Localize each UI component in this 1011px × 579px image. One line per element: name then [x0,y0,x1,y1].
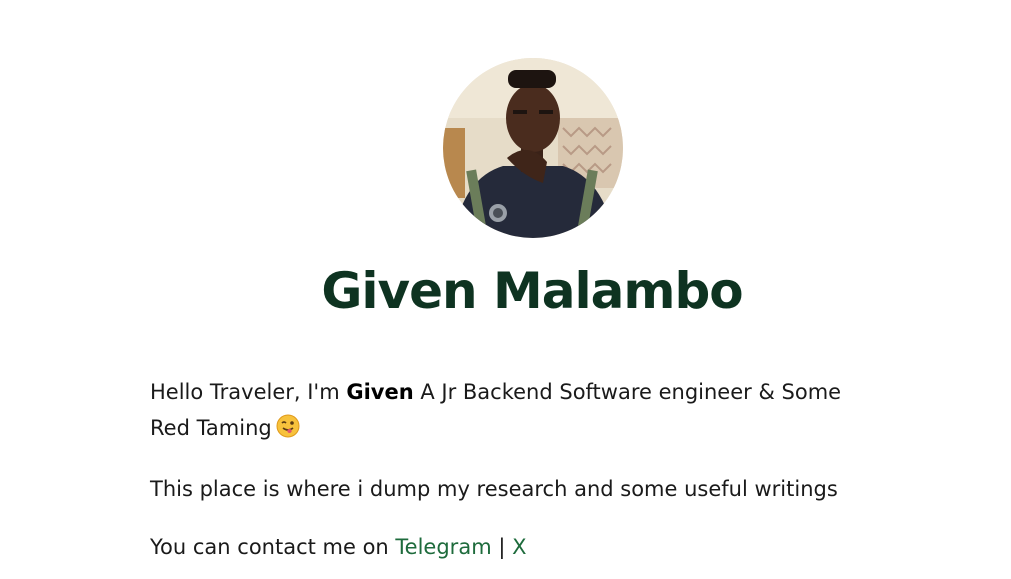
avatar-photo [443,58,623,238]
intro-greeting: Hello Traveler, I'm [150,380,347,404]
contact-separator: | [491,535,513,559]
page-title: Given Malambo [321,262,743,320]
avatar [443,58,623,238]
about-paragraph: This place is where i dump my research a… [150,477,838,501]
contact-paragraph: You can contact me on Telegram | X [150,529,870,565]
telegram-link[interactable]: Telegram [395,535,491,559]
intro-name: Given [346,380,414,404]
wink-tongue-emoji-icon [276,413,300,449]
intro-paragraph: Hello Traveler, I'm Given A Jr Backend S… [150,374,870,449]
intro-content: Hello Traveler, I'm Given A Jr Backend S… [150,374,870,579]
x-link[interactable]: X [512,535,526,559]
contact-prefix: You can contact me on [150,535,396,559]
